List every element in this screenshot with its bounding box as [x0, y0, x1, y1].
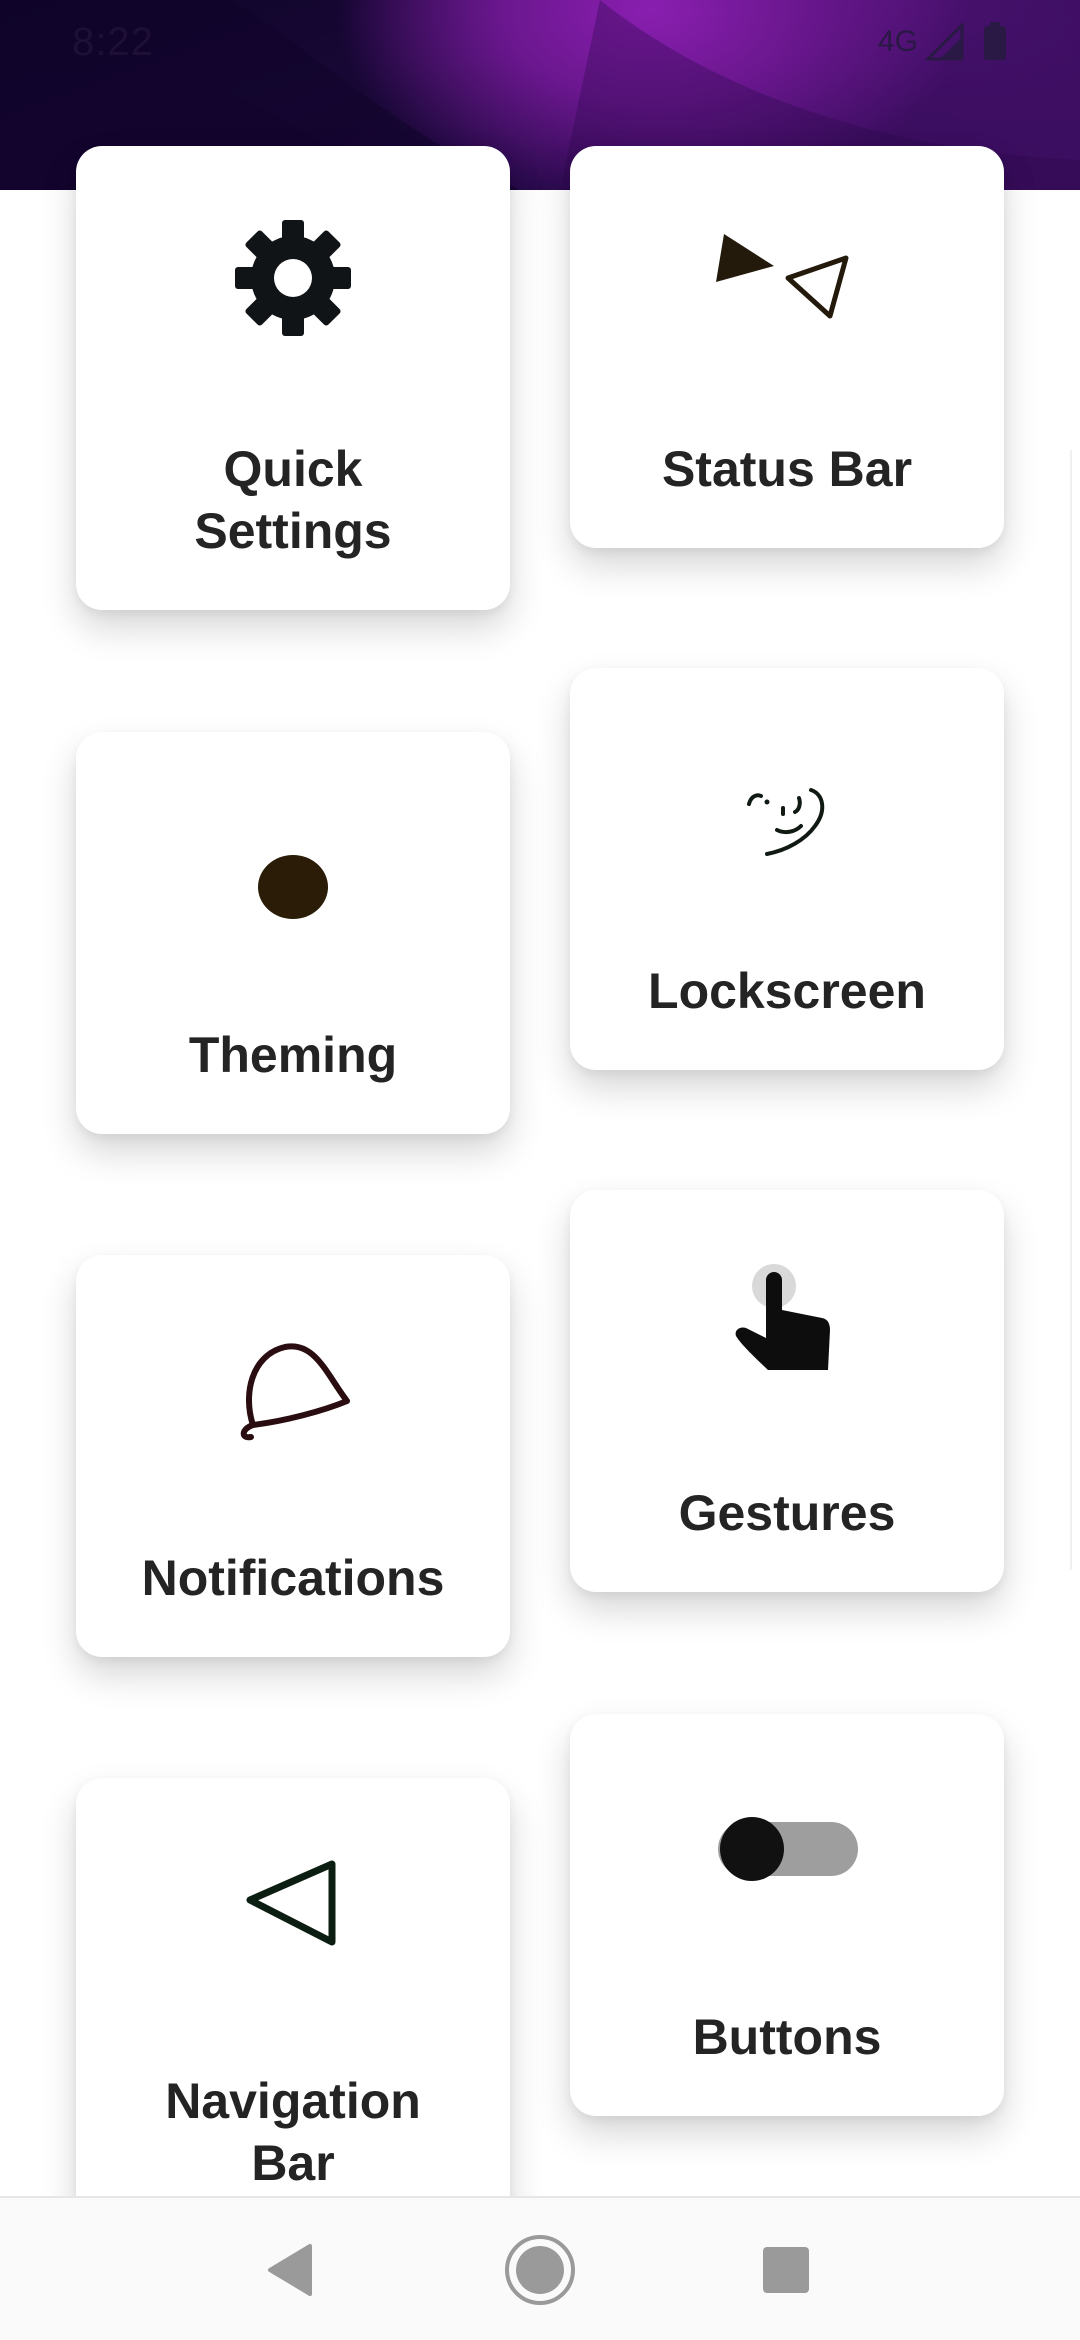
triangles-icon	[570, 226, 1004, 336]
home-button[interactable]	[480, 2210, 600, 2330]
card-label-line1: Navigation	[165, 2073, 421, 2129]
back-triangle-icon	[76, 1848, 510, 1958]
card-label-line1: Quick	[223, 441, 363, 497]
battery-icon	[984, 22, 1006, 60]
card-quick-settings[interactable]: Quick Settings	[76, 146, 510, 610]
signal-icon	[926, 23, 964, 61]
toggle-icon	[570, 1814, 1004, 1884]
back-icon	[268, 2244, 312, 2296]
card-label: Status Bar	[661, 441, 913, 497]
dot-icon	[76, 842, 510, 922]
home-icon	[505, 2235, 575, 2305]
recents-button[interactable]	[726, 2210, 846, 2330]
card-notifications[interactable]: Notifications	[76, 1255, 510, 1657]
face-icon	[570, 784, 1004, 874]
card-status-bar[interactable]: Status Bar	[570, 146, 1004, 548]
screen: 8:22 4G Quick Settings Status Bar Themin…	[0, 0, 1080, 2340]
recents-icon	[763, 2247, 809, 2293]
card-label-line2: Bar	[251, 2135, 335, 2191]
card-label: Buttons	[692, 2009, 882, 2065]
gear-icon	[76, 216, 510, 340]
back-button[interactable]	[232, 2210, 352, 2330]
status-icons: 4G	[878, 22, 1008, 62]
system-navigation-bar	[0, 2196, 1080, 2340]
bell-icon	[76, 1325, 510, 1455]
scroll-edge	[1070, 450, 1072, 1570]
card-gestures[interactable]: Gestures	[570, 1190, 1004, 1592]
card-label: Theming	[188, 1027, 398, 1083]
card-label-line2: Settings	[194, 503, 392, 559]
card-navigation-bar[interactable]: Navigation Bar	[76, 1778, 510, 2242]
card-label: Gestures	[678, 1485, 896, 1541]
status-bar: 8:22 4G	[0, 0, 1080, 84]
network-type: 4G	[877, 25, 918, 58]
touch-icon	[570, 1260, 1004, 1380]
card-label: Notifications	[141, 1550, 445, 1606]
card-theming[interactable]: Theming	[76, 732, 510, 1134]
card-buttons[interactable]: Buttons	[570, 1714, 1004, 2116]
card-label: Lockscreen	[648, 963, 926, 1019]
status-time: 8:22	[72, 19, 154, 64]
card-lockscreen[interactable]: Lockscreen	[570, 668, 1004, 1070]
